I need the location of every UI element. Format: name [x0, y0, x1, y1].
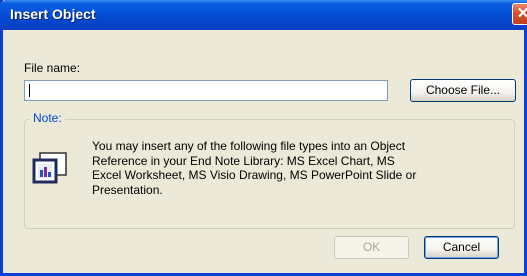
close-icon: ✕ — [516, 5, 527, 22]
cancel-button[interactable]: Cancel — [424, 236, 499, 259]
note-text: You may insert any of the following file… — [92, 139, 417, 197]
ok-button[interactable]: OK — [334, 236, 409, 259]
file-name-input[interactable] — [24, 80, 388, 101]
close-button[interactable]: ✕ — [512, 3, 527, 25]
file-name-label: File name: — [24, 61, 81, 75]
text-caret — [29, 84, 30, 97]
choose-file-button[interactable]: Choose File... — [410, 79, 516, 102]
note-legend: Note: — [30, 111, 65, 125]
dialog-title: Insert Object — [10, 6, 96, 22]
object-chart-icon — [32, 152, 67, 184]
title-bar[interactable]: Insert Object ✕ — [0, 0, 527, 30]
